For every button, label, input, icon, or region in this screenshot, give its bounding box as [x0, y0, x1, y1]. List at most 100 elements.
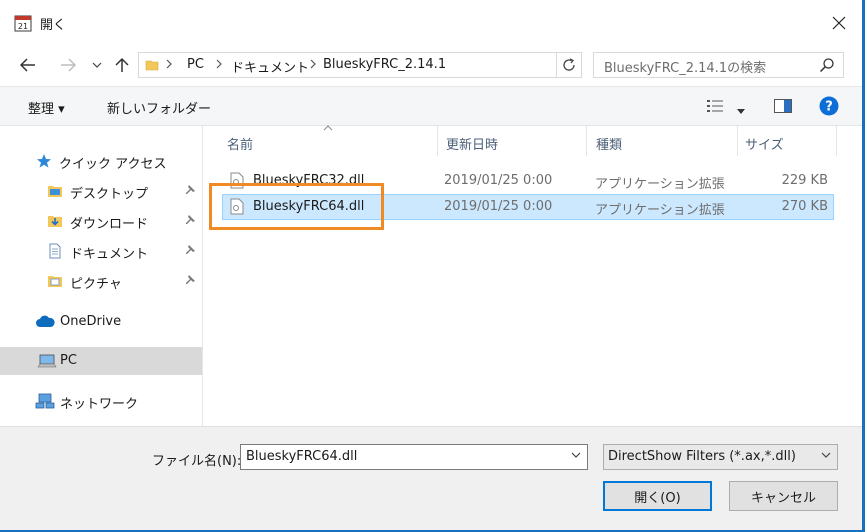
calendar-app-icon: 21 — [14, 15, 32, 32]
back-button[interactable] — [14, 52, 42, 78]
close-button[interactable] — [816, 0, 862, 46]
sort-up-icon — [323, 125, 333, 131]
refresh-button[interactable] — [556, 53, 581, 77]
chevron-down-icon — [821, 452, 831, 458]
documents-icon — [49, 243, 61, 259]
star-icon — [37, 154, 51, 168]
nav-item-documents[interactable]: ドキュメント — [0, 237, 202, 265]
nav-label: ピクチャ — [70, 277, 122, 292]
column-divider[interactable] — [586, 126, 587, 156]
refresh-icon — [563, 58, 575, 71]
column-header-size[interactable]: サイズ — [745, 134, 784, 153]
pin-icon[interactable] — [184, 214, 196, 226]
new-folder-button[interactable]: 新しいフォルダー — [107, 98, 211, 117]
open-button-label: 開く(O) — [634, 490, 681, 506]
nav-item-onedrive[interactable]: OneDrive — [0, 308, 202, 336]
preview-pane-icon — [774, 99, 792, 113]
column-header-date[interactable]: 更新日時 — [446, 134, 498, 153]
pin-icon[interactable] — [184, 244, 196, 256]
column-header-name[interactable]: 名前 — [227, 134, 253, 153]
chevron-right-icon — [166, 59, 172, 69]
network-icon — [35, 393, 55, 409]
file-type: アプリケーション拡張 — [595, 177, 725, 192]
file-size: 229 KB — [781, 173, 828, 188]
open-button[interactable]: 開く(O) — [603, 481, 712, 511]
arrow-left-icon — [20, 58, 35, 72]
address-row: PC ドキュメント BlueskyFRC_2.14.1 BlueskyFRC_2… — [0, 46, 862, 86]
nav-label: OneDrive — [60, 314, 122, 329]
nav-label: クイック アクセス — [59, 157, 167, 172]
nav-item-pc[interactable]: PC — [0, 347, 202, 375]
navigation-pane: クイック アクセス デスクトップ ダウンロード ドキュメント ピクチャ OneD… — [0, 126, 203, 426]
help-button[interactable]: ? — [819, 96, 839, 120]
nav-label: デスクトップ — [70, 187, 149, 202]
chevron-down-icon[interactable] — [571, 452, 581, 458]
file-list: 名前 更新日時 種類 サイズ BlueskyFRC32.dll 2019/01/… — [203, 125, 862, 426]
computer-icon — [37, 354, 57, 368]
command-bar: 整理 ▾ 新しいフォルダー ? — [0, 86, 862, 126]
preview-pane-button[interactable] — [774, 99, 792, 117]
recent-locations-button[interactable] — [88, 52, 106, 78]
file-type: アプリケーション拡張 — [595, 203, 725, 218]
breadcrumb-pc[interactable]: PC — [187, 57, 204, 72]
pictures-folder-icon — [48, 276, 62, 287]
nav-item-pictures[interactable]: ピクチャ — [0, 267, 202, 295]
organize-button[interactable]: 整理 ▾ — [28, 98, 65, 117]
open-file-dialog: 21 開く PC ドキュメント BlueskyFRC_2.14.1 Bluesk… — [0, 0, 862, 530]
forward-button[interactable] — [54, 52, 82, 78]
nav-label: ネットワーク — [60, 397, 139, 412]
filename-value: BlueskyFRC64.dll — [246, 449, 358, 464]
column-divider[interactable] — [836, 126, 837, 156]
folder-desktop-icon — [48, 186, 62, 197]
filetype-value: DirectShow Filters (*.ax,*.dll) — [608, 449, 796, 464]
filename-label: ファイル名(N): — [152, 454, 242, 469]
svg-text:21: 21 — [18, 22, 28, 31]
nav-quick-access[interactable]: クイック アクセス — [0, 147, 202, 175]
cancel-button-label: キャンセル — [750, 490, 816, 506]
nav-item-downloads[interactable]: ダウンロード — [0, 207, 202, 235]
file-size: 270 KB — [781, 199, 828, 214]
cloud-icon — [36, 315, 55, 327]
nav-label: PC — [60, 353, 77, 368]
pin-icon[interactable] — [184, 274, 196, 286]
column-header-type[interactable]: 種類 — [596, 134, 622, 153]
svg-text:?: ? — [825, 100, 833, 115]
filename-input[interactable]: BlueskyFRC64.dll — [240, 444, 588, 470]
nav-item-desktop[interactable]: デスクトップ — [0, 177, 202, 205]
pin-icon[interactable] — [184, 184, 196, 196]
cancel-button[interactable]: キャンセル — [729, 481, 838, 511]
download-folder-icon — [48, 216, 62, 227]
nav-item-network[interactable]: ネットワーク — [0, 387, 202, 415]
column-divider[interactable] — [437, 126, 438, 156]
search-placeholder: BlueskyFRC_2.14.1の検索 — [604, 61, 767, 76]
nav-label: ダウンロード — [70, 217, 149, 232]
caret-down-icon — [737, 109, 745, 114]
search-box[interactable]: BlueskyFRC_2.14.1の検索 — [593, 52, 844, 78]
close-icon — [832, 16, 846, 30]
dialog-footer: ファイル名(N): BlueskyFRC64.dll DirectShow Fi… — [0, 426, 862, 530]
window-title: 開く — [40, 18, 67, 33]
column-headers: 名前 更新日時 種類 サイズ — [203, 125, 862, 156]
file-date: 2019/01/25 0:00 — [444, 173, 553, 188]
address-bar[interactable]: PC ドキュメント BlueskyFRC_2.14.1 — [138, 52, 582, 78]
chevron-down-icon — [92, 62, 102, 68]
chevron-right-icon — [216, 59, 222, 69]
folder-icon — [145, 60, 159, 71]
up-button[interactable] — [110, 52, 134, 78]
search-icon — [819, 58, 834, 73]
breadcrumb-documents[interactable]: ドキュメント — [231, 57, 309, 76]
title-bar: 21 開く — [0, 0, 862, 46]
nav-label: ドキュメント — [70, 247, 149, 262]
chevron-right-icon — [310, 59, 316, 69]
change-view-button[interactable] — [706, 99, 724, 117]
arrow-right-icon — [61, 58, 76, 72]
arrow-up-icon — [115, 57, 129, 72]
breadcrumb-current-folder[interactable]: BlueskyFRC_2.14.1 — [323, 57, 446, 72]
column-divider[interactable] — [737, 126, 738, 156]
details-view-icon — [707, 100, 723, 112]
view-options-dropdown[interactable] — [737, 103, 745, 118]
annotation-highlight-box — [209, 183, 384, 230]
file-date: 2019/01/25 0:00 — [444, 199, 553, 214]
help-icon: ? — [819, 96, 839, 116]
filetype-select[interactable]: DirectShow Filters (*.ax,*.dll) — [603, 444, 838, 470]
